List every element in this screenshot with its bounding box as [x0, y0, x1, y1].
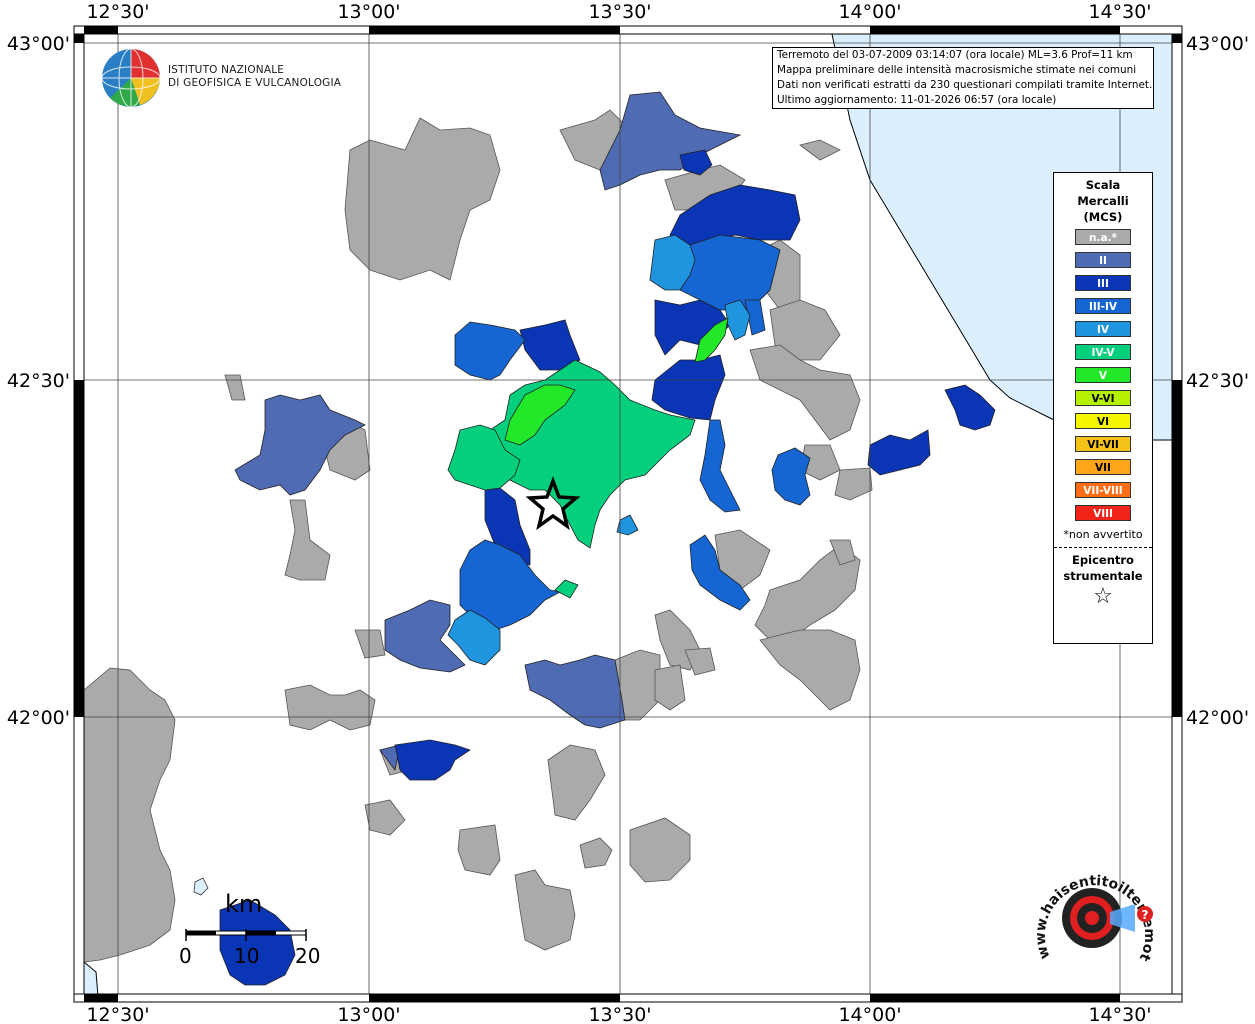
legend-item-ii: II — [1075, 252, 1131, 268]
lon-label: 12°30' — [86, 1004, 149, 1024]
ingv-logo-icon — [101, 48, 161, 108]
latitude-labels-right: 43°00' 42°30' 42°00' — [1186, 33, 1249, 729]
lon-label: 14°00' — [838, 1004, 901, 1024]
legend-item-viii: VIII — [1075, 505, 1131, 521]
scale-tick: 10 — [234, 944, 260, 968]
lat-label: 43°00' — [7, 33, 70, 55]
legend-note: *non avvertito — [1063, 528, 1143, 541]
lake — [193, 877, 209, 896]
svg-text:?: ? — [1142, 908, 1149, 922]
lon-label: 13°30' — [588, 1, 651, 23]
legend-item-v-vi: V-VI — [1075, 390, 1131, 406]
lat-label: 42°00' — [7, 707, 70, 729]
legend-title: Scala Mercalli (MCS) — [1077, 178, 1129, 224]
legend-item-n-a: n.a.* — [1075, 229, 1131, 245]
legend-item-iv-v: IV-V — [1075, 344, 1131, 360]
legend-item-iii: III — [1075, 275, 1131, 291]
event-info-box: Terremoto del 03-07-2009 03:14:07 (ora l… — [772, 47, 1154, 109]
scale-tick: 20 — [295, 944, 321, 968]
legend-item-v: V — [1075, 367, 1131, 383]
legend-item-iv: IV — [1075, 321, 1131, 337]
scale-unit: km — [225, 890, 263, 918]
lon-label: 12°30' — [86, 1, 149, 23]
info-line-2: Mappa preliminare delle intensità macros… — [777, 64, 1137, 76]
scale-tick: 0 — [179, 944, 192, 968]
legend-item-vi: VI — [1075, 413, 1131, 429]
lon-label: 13°00' — [337, 1004, 400, 1024]
logo-line-1: ISTITUTO NAZIONALE — [168, 64, 285, 76]
legend-epicenter-title: Epicentro strumentale — [1063, 553, 1143, 583]
lat-label: 42°30' — [1186, 370, 1249, 392]
legend-item-iii-iv: III-IV — [1075, 298, 1131, 314]
haisentito-logo-icon: www.haisentitoilterremoto.it ? — [1030, 862, 1157, 964]
mcs-legend: Scala Mercalli (MCS) n.a.* II III III-IV IV I… — [1053, 172, 1153, 644]
lon-label: 14°30' — [1088, 1004, 1151, 1024]
info-line-3: Dati non verificati estratti da 230 ques… — [777, 79, 1153, 91]
logo-line-2: DI GEOFISICA E VULCANOLOGIA — [168, 77, 342, 89]
tyrrhenian-sea — [83, 960, 99, 997]
lat-label: 42°00' — [1186, 707, 1249, 729]
lon-label: 14°30' — [1088, 1, 1151, 23]
lat-label: 42°30' — [7, 370, 70, 392]
lon-label: 14°00' — [838, 1, 901, 23]
legend-item-vi-vii: VI-VII — [1075, 436, 1131, 452]
legend-item-vii-viii: VII-VIII — [1075, 482, 1131, 498]
legend-divider — [1054, 547, 1152, 548]
latitude-labels-left: 43°00' 42°30' 42°00' — [7, 33, 70, 729]
legend-item-vii: VII — [1075, 459, 1131, 475]
legend-items: n.a.* II III III-IV IV IV-V V V-VI VI VI-VII VII VI… — [1054, 229, 1152, 521]
info-line-4: Ultimo aggiornamento: 11-01-2026 06:57 (… — [777, 94, 1057, 106]
lat-label: 43°00' — [1186, 33, 1249, 55]
lon-label: 13°30' — [588, 1004, 651, 1024]
longitude-labels-bottom: 12°30' 13°00' 13°30' 14°00' 14°30' — [86, 1004, 1151, 1024]
legend-star-icon: ☆ — [1093, 584, 1113, 609]
ingv-logo-text: ISTITUTO NAZIONALE DI GEOFISICA E VULCAN… — [168, 64, 341, 90]
longitude-labels-top: 12°30' 13°00' 13°30' 14°00' 14°30' — [86, 1, 1151, 23]
lon-label: 13°00' — [337, 1, 400, 23]
info-line-1: Terremoto del 03-07-2009 03:14:07 (ora l… — [777, 49, 1133, 61]
